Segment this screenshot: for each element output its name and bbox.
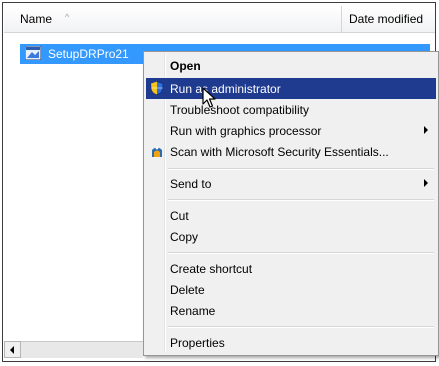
menu-item-label: Troubleshoot compatibility	[170, 103, 309, 117]
scroll-left-button[interactable]	[4, 341, 21, 358]
menu-item-copy[interactable]: Copy	[146, 226, 436, 247]
menu-item-properties[interactable]: Properties	[146, 332, 436, 353]
menu-item-create-shortcut[interactable]: Create shortcut	[146, 258, 436, 279]
menu-item-cut[interactable]: Cut	[146, 205, 436, 226]
menu-separator	[168, 326, 434, 328]
menu-item-troubleshoot-compatibility[interactable]: Troubleshoot compatibility	[146, 99, 436, 120]
scroll-left-arrow-icon	[10, 346, 14, 354]
menu-separator	[168, 252, 434, 254]
menu-item-open[interactable]: Open	[146, 55, 436, 76]
security-essentials-icon	[152, 146, 162, 157]
installer-icon	[25, 46, 41, 60]
menu-item-scan-security-essentials[interactable]: Scan with Microsoft Security Essentials.…	[146, 141, 436, 162]
menu-item-run-with-graphics-processor[interactable]: Run with graphics processor	[146, 120, 436, 141]
file-name: SetupDRPro21	[48, 47, 129, 61]
sort-ascending-icon: ^	[65, 12, 70, 22]
menu-item-label: Run with graphics processor	[170, 124, 322, 138]
context-menu: Open Run as administrator Troubleshoot c…	[143, 51, 439, 356]
menu-item-label: Send to	[170, 177, 212, 191]
name-column-header[interactable]: Name ^	[4, 6, 342, 32]
menu-item-label: Scan with Microsoft Security Essentials.…	[170, 145, 389, 159]
date-modified-label: Date modified	[349, 12, 424, 26]
menu-item-label: Copy	[170, 230, 199, 244]
menu-item-run-as-administrator[interactable]: Run as administrator	[146, 78, 436, 99]
menu-separator	[168, 199, 434, 201]
submenu-arrow-icon	[424, 126, 428, 134]
date-modified-column-header[interactable]: Date modified	[342, 6, 435, 32]
menu-item-delete[interactable]: Delete	[146, 279, 436, 300]
mouse-pointer-icon	[202, 87, 216, 108]
uac-shield-icon	[150, 81, 164, 95]
menu-item-send-to[interactable]: Send to	[146, 173, 436, 194]
menu-separator	[168, 168, 434, 170]
menu-item-label: Create shortcut	[170, 262, 253, 276]
menu-item-label: Properties	[170, 336, 225, 350]
column-header-bar: Name ^ Date modified	[4, 6, 435, 33]
menu-item-label: Rename	[170, 304, 216, 318]
menu-item-label: Open	[170, 59, 201, 73]
menu-item-label: Run as administrator	[170, 82, 281, 96]
horizontal-scrollbar-track[interactable]	[21, 341, 143, 358]
menu-item-rename[interactable]: Rename	[146, 300, 436, 321]
menu-item-label: Cut	[170, 209, 189, 223]
menu-item-label: Delete	[170, 283, 205, 297]
submenu-arrow-icon	[424, 179, 428, 187]
name-column-label: Name	[20, 12, 53, 26]
